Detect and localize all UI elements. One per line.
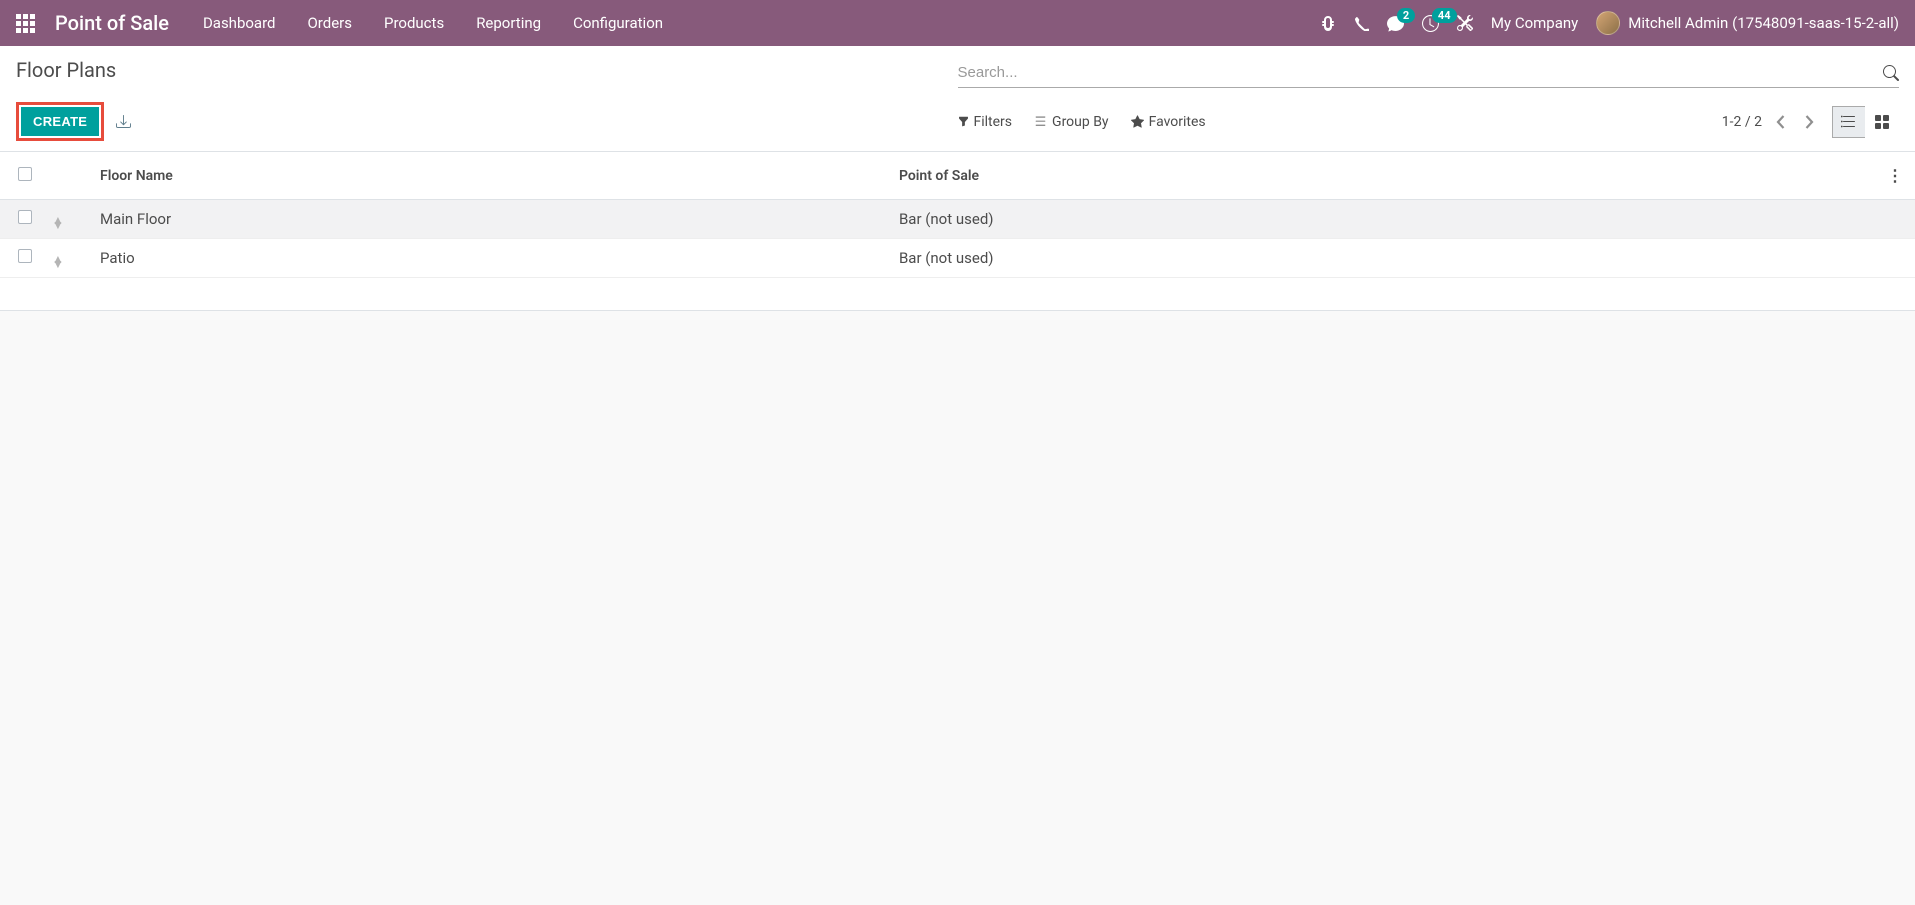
cell-pos: Bar (not used)	[889, 239, 1875, 278]
nav-products[interactable]: Products	[384, 14, 444, 32]
groupby-button[interactable]: Group By	[1034, 114, 1109, 130]
row-checkbox[interactable]	[18, 210, 32, 224]
company-selector[interactable]: My Company	[1491, 14, 1578, 32]
pager-nav	[1776, 115, 1814, 129]
cp-bottom-left: Create	[16, 102, 958, 141]
nav-reporting[interactable]: Reporting	[476, 14, 541, 32]
optional-columns-icon[interactable]: ⋮	[1887, 166, 1903, 185]
filter-group: Filters Group By Favorites	[958, 114, 1206, 130]
nav-menu: Dashboard Orders Products Reporting Conf…	[203, 14, 663, 32]
cp-top: Floor Plans	[16, 58, 1899, 88]
table-footer	[0, 278, 1915, 311]
cp-bottom-right: Filters Group By Favorites 1-2 / 2	[958, 106, 1900, 138]
cp-bottom: Create Filters Group By Favorites	[16, 102, 1899, 141]
cp-right: 1-2 / 2	[1722, 106, 1899, 138]
pager-next-icon[interactable]	[1804, 115, 1814, 129]
select-all-checkbox[interactable]	[18, 167, 32, 181]
table-header-row: Floor Name Point of Sale ⋮	[0, 152, 1915, 200]
cell-floor-name: Main Floor	[90, 200, 889, 239]
import-icon[interactable]	[116, 114, 131, 129]
user-menu[interactable]: Mitchell Admin (17548091-saas-15-2-all)	[1596, 11, 1899, 35]
search-input[interactable]	[958, 62, 1884, 83]
messages-badge: 2	[1397, 8, 1415, 23]
drag-handle-icon[interactable]: ▲▼	[52, 218, 64, 228]
table-row[interactable]: ▲▼ Main Floor Bar (not used)	[0, 200, 1915, 239]
col-floor-name[interactable]: Floor Name	[90, 152, 889, 200]
filters-button[interactable]: Filters	[958, 114, 1013, 130]
nav-orders[interactable]: Orders	[307, 14, 352, 32]
view-switcher	[1832, 106, 1899, 138]
favorites-label: Favorites	[1149, 114, 1206, 130]
search-icon[interactable]	[1883, 65, 1899, 81]
user-name: Mitchell Admin (17548091-saas-15-2-all)	[1628, 14, 1899, 32]
cell-floor-name: Patio	[90, 239, 889, 278]
navbar: Point of Sale Dashboard Orders Products …	[0, 0, 1915, 46]
favorites-button[interactable]: Favorites	[1131, 114, 1206, 130]
search-box[interactable]	[958, 58, 1900, 88]
navbar-right: 2 44 My Company Mitchell Admin (17548091…	[1320, 11, 1899, 35]
messages-icon[interactable]: 2	[1387, 15, 1404, 32]
col-pos[interactable]: Point of Sale	[889, 152, 1875, 200]
apps-icon[interactable]	[16, 14, 35, 33]
cell-pos: Bar (not used)	[889, 200, 1875, 239]
row-checkbox[interactable]	[18, 249, 32, 263]
breadcrumb: Floor Plans	[16, 58, 116, 82]
control-panel: Floor Plans Create Filters	[0, 46, 1915, 152]
create-button[interactable]: Create	[21, 107, 99, 136]
list-view-button[interactable]	[1832, 106, 1866, 138]
activities-badge: 44	[1432, 8, 1457, 23]
pager-value[interactable]: 1-2 / 2	[1722, 114, 1762, 130]
app-title[interactable]: Point of Sale	[55, 11, 169, 35]
pager: 1-2 / 2	[1722, 114, 1814, 130]
kanban-view-button[interactable]	[1865, 106, 1899, 138]
filters-label: Filters	[974, 114, 1013, 130]
nav-configuration[interactable]: Configuration	[573, 14, 663, 32]
drag-handle-icon[interactable]: ▲▼	[52, 257, 64, 267]
navbar-left: Point of Sale Dashboard Orders Products …	[16, 11, 663, 35]
create-highlight: Create	[16, 102, 104, 141]
pager-prev-icon[interactable]	[1776, 115, 1786, 129]
list-view: Floor Name Point of Sale ⋮ ▲▼ Main Floor…	[0, 152, 1915, 311]
tools-icon[interactable]	[1457, 15, 1473, 31]
nav-dashboard[interactable]: Dashboard	[203, 14, 276, 32]
activities-icon[interactable]: 44	[1422, 15, 1439, 32]
groupby-label: Group By	[1052, 114, 1109, 130]
phone-icon[interactable]	[1354, 16, 1369, 31]
avatar	[1596, 11, 1620, 35]
table: Floor Name Point of Sale ⋮ ▲▼ Main Floor…	[0, 152, 1915, 311]
table-row[interactable]: ▲▼ Patio Bar (not used)	[0, 239, 1915, 278]
debug-icon[interactable]	[1320, 15, 1336, 31]
